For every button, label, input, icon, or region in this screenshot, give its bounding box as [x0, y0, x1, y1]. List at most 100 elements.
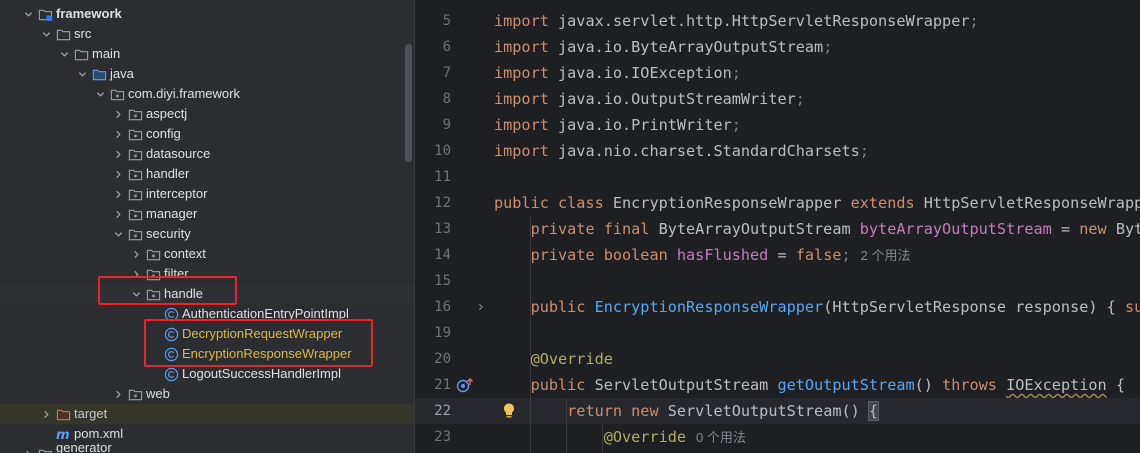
code-token: java.nio.charset.StandardCharsets	[558, 142, 860, 160]
code-line-9[interactable]: 9 import java.io.PrintWriter;	[415, 112, 1140, 138]
code-line-7[interactable]: 7 import java.io.IOException;	[415, 60, 1140, 86]
override-gutter-icon[interactable]	[456, 376, 474, 394]
code-token: ;	[969, 12, 979, 30]
target-icon	[55, 406, 71, 422]
code-token: (HttpServletResponse	[823, 298, 1016, 316]
chevron-right-icon[interactable]	[110, 204, 126, 224]
chevron-right-icon[interactable]	[110, 164, 126, 184]
code-line-8[interactable]: 8 import java.io.OutputStreamWriter;	[415, 86, 1140, 112]
tree-row-framework[interactable]: framework	[0, 4, 414, 24]
chevron-right-icon[interactable]	[38, 404, 54, 424]
usage-hint[interactable]: 0 个用法	[696, 430, 746, 445]
chevron-right-icon[interactable]	[20, 444, 36, 453]
code-token: javax.servlet.http.HttpServletResponseWr…	[558, 12, 970, 30]
code-line-22[interactable]: 22 return new ServletOutputStream() {	[415, 398, 1140, 424]
line-number: 19	[434, 325, 451, 341]
code-token: ServletOutputStream()	[667, 402, 869, 420]
code-line-16[interactable]: 16 public EncryptionResponseWrapper(Http…	[415, 294, 1140, 320]
tree-row-security[interactable]: security	[0, 224, 414, 244]
source-folder-icon	[91, 66, 107, 82]
package-icon	[145, 246, 161, 262]
code-token: ;	[823, 38, 833, 56]
code-token: ;	[731, 116, 741, 134]
code-line-10[interactable]: 10 import java.nio.charset.StandardCharse…	[415, 138, 1140, 164]
chevron-right-icon[interactable]	[110, 144, 126, 164]
chevron-down-icon[interactable]	[20, 4, 36, 24]
line-number: 14	[434, 247, 451, 263]
code-token: import	[494, 64, 559, 82]
tree-row-interceptor[interactable]: interceptor	[0, 184, 414, 204]
tree-row-target[interactable]: target	[0, 404, 414, 424]
code-token: java.io.IOException	[558, 64, 732, 82]
tree-row-config[interactable]: config	[0, 124, 414, 144]
folder-icon	[55, 26, 71, 42]
tree-row-manager[interactable]: manager	[0, 204, 414, 224]
code-token: throws	[942, 376, 1007, 394]
code-token: getOutputStream	[777, 376, 915, 394]
package-icon	[127, 186, 143, 202]
code-line-15[interactable]: 15	[415, 268, 1140, 294]
code-token: ;	[731, 64, 741, 82]
tree-row-datasource[interactable]: datasource	[0, 144, 414, 164]
code-text: public class EncryptionResponseWrapper e…	[494, 190, 1140, 216]
line-number: 15	[434, 273, 451, 289]
code-editor[interactable]: 5 import javax.servlet.http.HttpServletRe…	[414, 0, 1140, 453]
chevron-right-icon[interactable]	[110, 384, 126, 404]
chevron-right-icon[interactable]	[110, 104, 126, 124]
package-icon	[127, 146, 143, 162]
chevron-down-icon[interactable]	[110, 224, 126, 244]
tree-row-handler[interactable]: handler	[0, 164, 414, 184]
tree-row-web[interactable]: web	[0, 384, 414, 404]
tree-item-label: interceptor	[146, 186, 208, 201]
tree-row-java[interactable]: java	[0, 64, 414, 84]
module-icon	[37, 446, 53, 453]
tree-scrollbar[interactable]	[405, 44, 412, 162]
tree-item-label: manager	[146, 206, 198, 221]
line-number: 9	[442, 117, 451, 133]
code-line-19[interactable]: 19	[415, 320, 1140, 346]
package-icon	[127, 206, 143, 222]
tree-row-main[interactable]: main	[0, 44, 414, 64]
code-line-12[interactable]: 12 public class EncryptionResponseWrapper…	[415, 190, 1140, 216]
chevron-right-icon[interactable]	[110, 184, 126, 204]
chevron-right-icon[interactable]	[128, 244, 144, 264]
tree-item-label: context	[164, 246, 206, 261]
chevron-down-icon[interactable]	[74, 64, 90, 84]
tree-row-logoutsuccesshandlerimpl[interactable]: LogoutSuccessHandlerImpl	[0, 364, 414, 384]
code-token: IOException	[1006, 376, 1107, 394]
code-token: HttpServletResponseWrapper {	[923, 194, 1140, 212]
code-line-23[interactable]: 23 @Override 0 个用法	[415, 424, 1140, 450]
code-line-5[interactable]: 5 import javax.servlet.http.HttpServletRe…	[415, 8, 1140, 34]
chevron-down-icon[interactable]	[56, 44, 72, 64]
code-line-20[interactable]: 20 @Override	[415, 346, 1140, 372]
line-number: 10	[434, 143, 451, 159]
tree-row-src[interactable]: src	[0, 24, 414, 44]
tree-item-label: aspectj	[146, 106, 188, 121]
code-token: java.io.ByteArrayOutputStream	[558, 38, 824, 56]
chevron-down-icon[interactable]	[92, 84, 108, 104]
code-token: ;	[795, 90, 805, 108]
tree-item-label: LogoutSuccessHandlerImpl	[182, 366, 341, 381]
fold-expand-icon[interactable]	[477, 294, 487, 320]
tree-row-generator[interactable]: generator	[0, 440, 414, 453]
code-token: hasFlushed	[676, 246, 769, 264]
usage-hint[interactable]: 2 个用法	[861, 248, 911, 263]
tree-row-aspectj[interactable]: aspectj	[0, 104, 414, 124]
code-token: EncryptionResponseWrapper	[594, 298, 824, 316]
tree-row-com-diyi-framework[interactable]: com.diyi.framework	[0, 84, 414, 104]
chevron-down-icon[interactable]	[38, 24, 54, 44]
tree-row-context[interactable]: context	[0, 244, 414, 264]
package-icon	[127, 126, 143, 142]
code-line-6[interactable]: 6 import java.io.ByteArrayOutputStream;	[415, 34, 1140, 60]
code-line-11[interactable]: 11	[415, 164, 1140, 190]
code-token: EncryptionResponseWrapper	[612, 194, 851, 212]
code-line-13[interactable]: 13 private final ByteArrayOutputStream b…	[415, 216, 1140, 242]
code-token: import	[494, 38, 559, 56]
highlight-box-wrappers	[144, 319, 373, 367]
code-line-21[interactable]: 21 public ServletOutputStream getOutputS…	[415, 372, 1140, 398]
code-line-14[interactable]: 14 private boolean hasFlushed = false; 2 …	[415, 242, 1140, 268]
chevron-right-icon[interactable]	[110, 124, 126, 144]
